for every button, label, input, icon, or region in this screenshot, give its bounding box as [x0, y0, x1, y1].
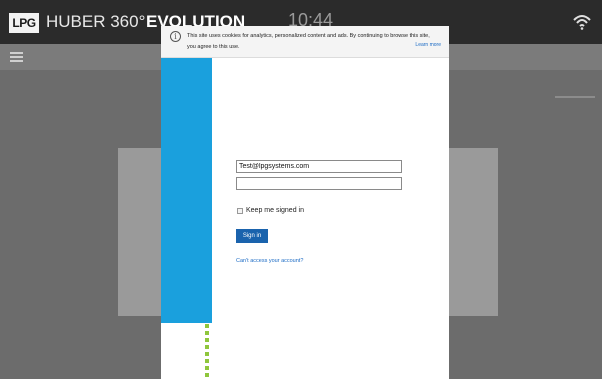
cookie-banner: i This site uses cookies for analytics, …	[161, 26, 449, 58]
keep-signed-in-checkbox[interactable]: Keep me signed in	[237, 207, 304, 214]
cant-access-account-link[interactable]: Can't access your account?	[236, 258, 303, 264]
menu-icon[interactable]	[10, 52, 23, 62]
loading-progress-indicator	[205, 324, 209, 379]
wifi-icon	[573, 15, 591, 30]
app-logo: LPG	[9, 13, 39, 33]
email-field[interactable]	[236, 160, 402, 173]
learn-more-link[interactable]: Learn more	[415, 42, 441, 48]
sign-in-button[interactable]: Sign in	[236, 229, 268, 243]
cookie-message: This site uses cookies for analytics, pe…	[187, 33, 430, 50]
info-icon: i	[170, 31, 181, 42]
password-field[interactable]	[236, 177, 402, 190]
login-dialog: Keep me signed in Sign in Can't access y…	[161, 58, 449, 379]
checkbox-box[interactable]	[237, 207, 243, 214]
app-title: HUBER 360°	[46, 12, 146, 31]
keep-signed-in-label: Keep me signed in	[246, 207, 304, 214]
background-divider	[555, 96, 595, 98]
